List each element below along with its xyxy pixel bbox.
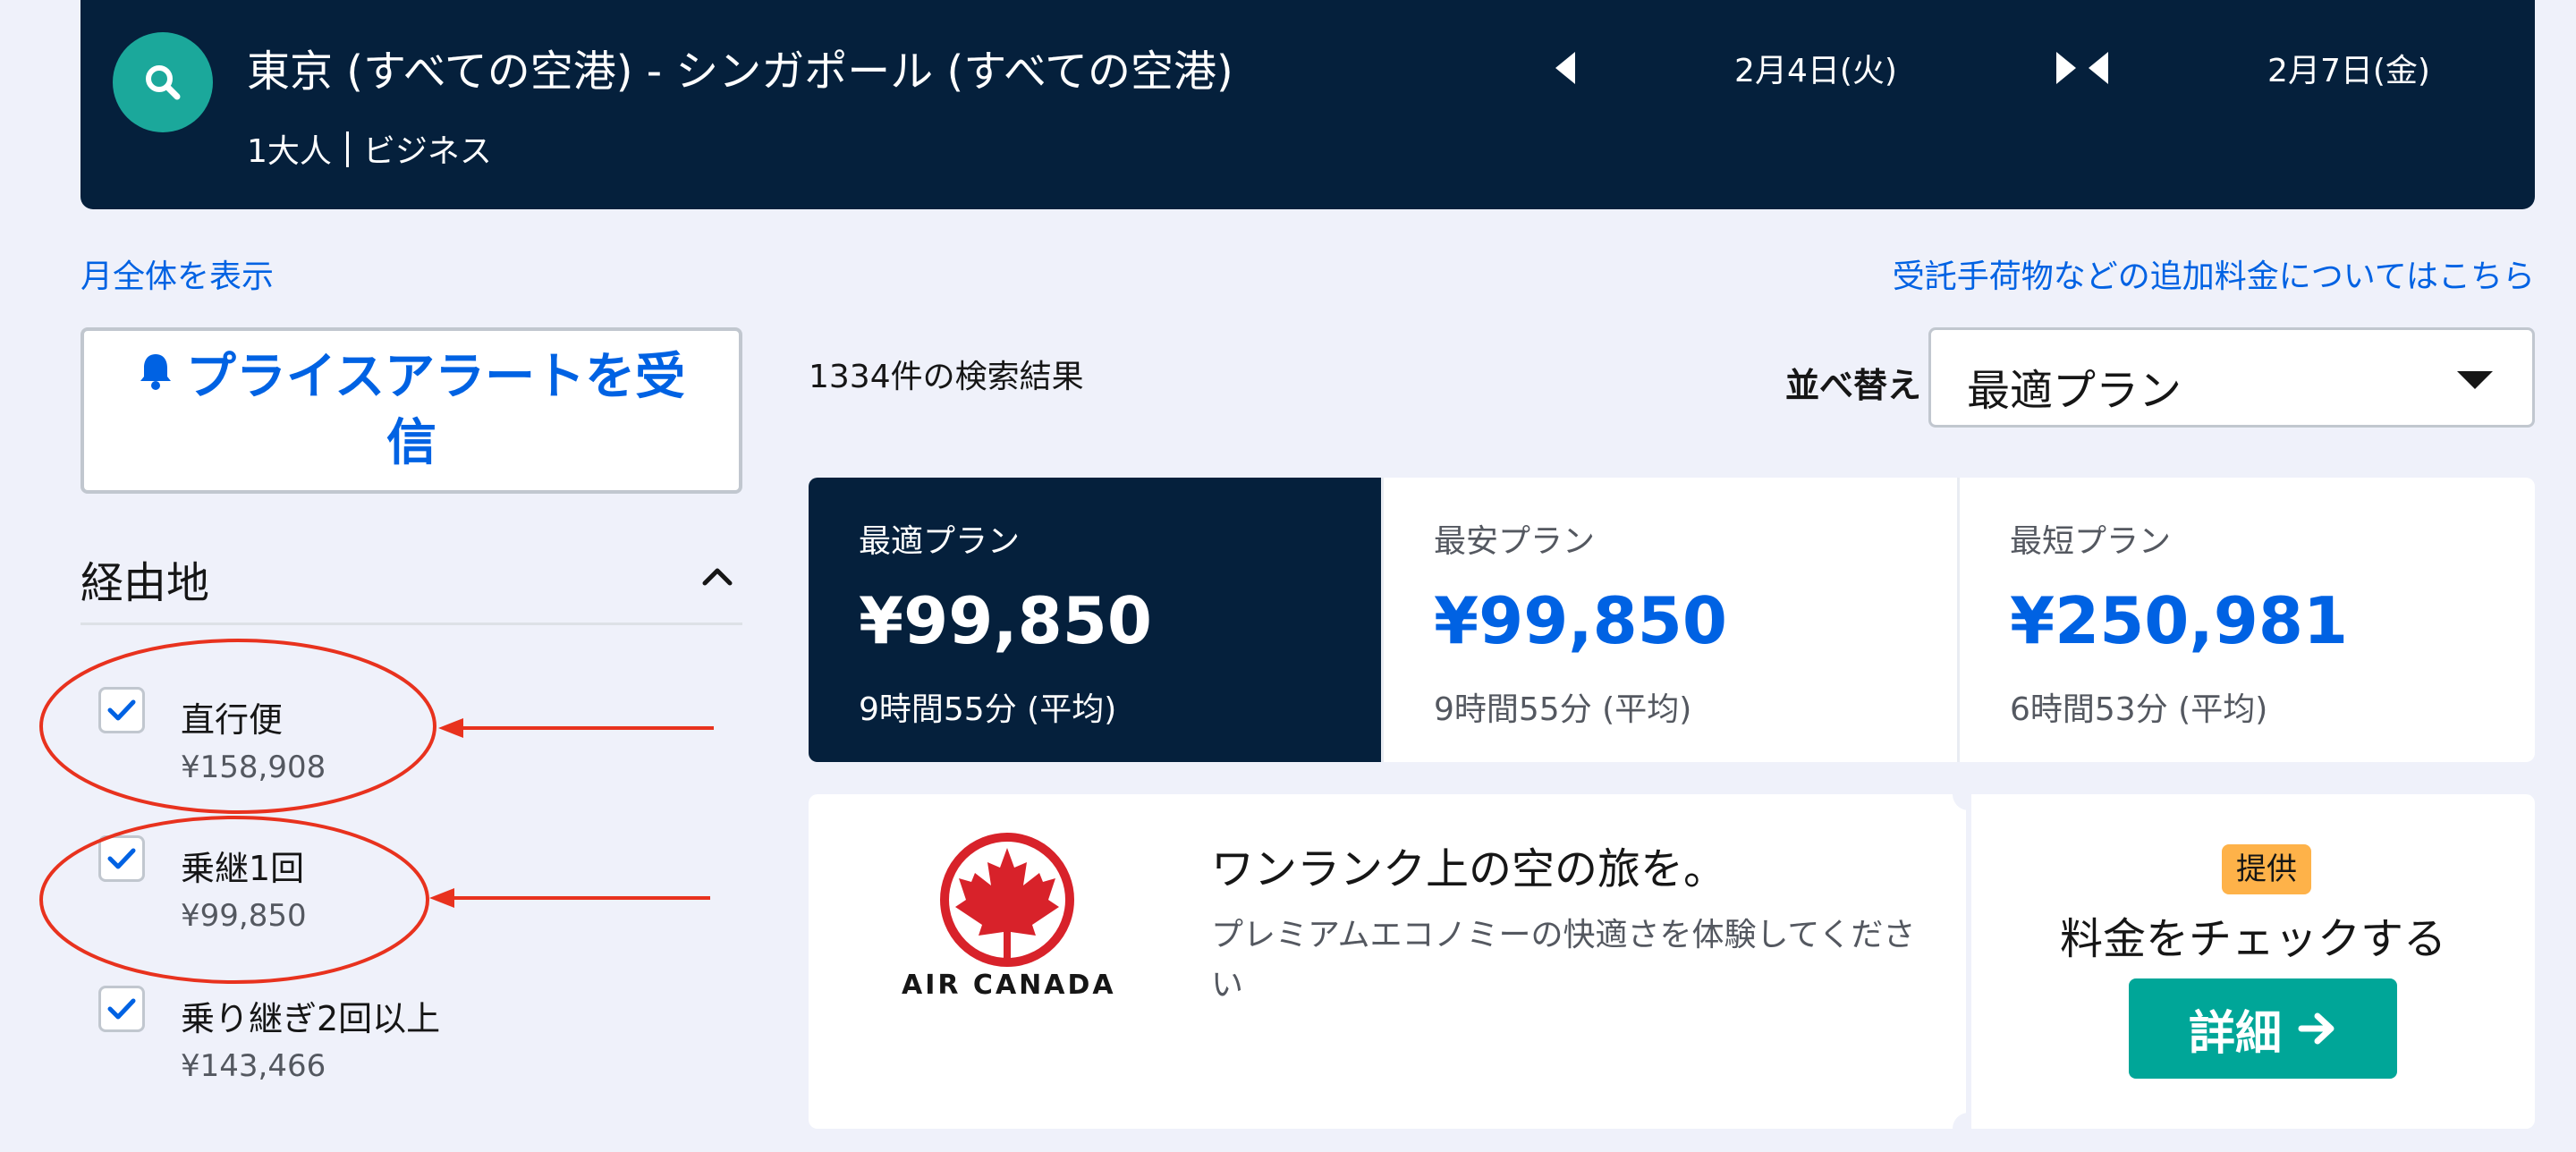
caret-down-icon (2457, 371, 2493, 389)
sort-tabs: 最適プラン ¥99,850 9時間55分 (平均) 最安プラン ¥99,850 … (809, 478, 2535, 762)
stops-filter-title: 経由地 (80, 558, 210, 608)
depart-prev-button[interactable] (1547, 43, 1583, 93)
search-icon (146, 65, 181, 100)
stop-option-direct[interactable]: 直行便 ¥158,908 (98, 687, 724, 794)
stop-option-two-plus[interactable]: 乗り継ぎ2回以上 ¥143,466 (98, 986, 724, 1093)
stop-option-label: 乗り継ぎ2回以上 (181, 999, 441, 1038)
stop-option-label: 乗継1回 (181, 849, 305, 888)
price-alert-label: プライスアラートを受信 (185, 348, 686, 472)
filter-divider (80, 623, 742, 625)
ad-brand-name: AIR CANADA (902, 970, 1116, 1001)
triangle-left-icon (1555, 52, 1575, 84)
depart-date[interactable]: 2月4日(火) (1583, 45, 2048, 91)
route-title: 東京 (すべての空港) - シンガポール (すべての空港) (247, 47, 1233, 97)
ad-details-button[interactable]: 詳細 (2129, 978, 2397, 1079)
ad-main-panel[interactable]: AIR CANADA ワンランク上の空の旅を。 プレミアムエコノミーの快適さを体… (809, 794, 1966, 1129)
sponsored-badge: 提供 (2222, 844, 2311, 894)
show-month-link[interactable]: 月全体を表示 (80, 250, 274, 297)
ad-cta-title: 料金をチェックする (2059, 914, 2446, 964)
stop-option-label: 直行便 (181, 700, 284, 740)
tab-best[interactable]: 最適プラン ¥99,850 9時間55分 (平均) (809, 478, 1381, 762)
ad-title: ワンランク上の空の旅を。 (1211, 844, 1727, 894)
passenger-count: 1大人 (247, 133, 332, 170)
ad-details-label: 詳細 (2188, 1006, 2282, 1061)
tab-cheapest[interactable]: 最安プラン ¥99,850 9時間55分 (平均) (1381, 478, 1957, 762)
checkbox-one-stop[interactable] (98, 835, 145, 882)
sort-value: 最適プラン (1967, 366, 2182, 416)
checkbox-direct[interactable] (98, 687, 145, 733)
result-count: 1334件の検索結果 (809, 359, 1084, 395)
sponsored-ad-card[interactable]: AIR CANADA ワンランク上の空の旅を。 プレミアムエコノミーの快適さを体… (809, 778, 2535, 1145)
cabin-class: ビジネス (362, 133, 492, 170)
sort-dropdown[interactable]: 最適プラン (1928, 327, 2535, 428)
tab-name: 最短プラン (2010, 523, 2172, 560)
sort-label: 並べ替え (1785, 366, 1922, 405)
stop-option-one-stop[interactable]: 乗継1回 ¥99,850 (98, 835, 724, 943)
search-summary-bar[interactable]: 東京 (すべての空港) - シンガポール (すべての空港) 1大人 ビジネス 2月… (80, 0, 2535, 209)
search-button[interactable] (113, 32, 213, 132)
checkbox-two-plus[interactable] (98, 986, 145, 1032)
stop-option-price: ¥143,466 (181, 1048, 326, 1084)
tab-duration: 9時間55分 (平均) (1434, 691, 1692, 728)
return-date-nav: 2月7日(金) (2080, 43, 2576, 93)
chevron-up-icon[interactable] (699, 558, 735, 594)
checkmark-icon (107, 998, 136, 1020)
ad-description: プレミアムエコノミーの快適さを体験してください (1211, 917, 1916, 1004)
tab-duration: 9時間55分 (平均) (859, 691, 1117, 728)
depart-date-nav: 2月4日(火) (1547, 43, 2084, 93)
checkmark-icon (107, 699, 136, 721)
tab-price: ¥99,850 (859, 583, 1152, 658)
return-prev-button[interactable] (2080, 43, 2116, 93)
passenger-cabin-summary: 1大人 ビジネス (247, 125, 492, 172)
tab-price: ¥99,850 (1434, 583, 1727, 658)
depart-next-button[interactable] (2048, 43, 2084, 93)
arrow-right-icon (2298, 1012, 2334, 1045)
stop-option-price: ¥99,850 (181, 898, 307, 934)
checkmark-icon (107, 848, 136, 869)
bell-icon (140, 354, 171, 390)
tab-price: ¥250,981 (2010, 583, 2349, 658)
tab-name: 最安プラン (1434, 523, 1596, 560)
tab-name: 最適プラン (859, 523, 1021, 560)
extra-fees-link[interactable]: 受託手荷物などの追加料金についてはこちら (1893, 250, 2535, 297)
triangle-right-icon (2056, 52, 2076, 84)
stop-option-price: ¥158,908 (181, 750, 326, 785)
tab-fastest[interactable]: 最短プラン ¥250,981 6時間53分 (平均) (1957, 478, 2535, 762)
triangle-left-icon (2089, 52, 2108, 84)
return-date[interactable]: 2月7日(金) (2116, 45, 2576, 91)
divider (345, 131, 349, 167)
price-alert-button[interactable]: プライスアラートを受信 (80, 327, 742, 494)
ad-cta-panel[interactable]: 提供 料金をチェックする 詳細 (1971, 794, 2535, 1129)
tab-duration: 6時間53分 (平均) (2010, 691, 2268, 728)
